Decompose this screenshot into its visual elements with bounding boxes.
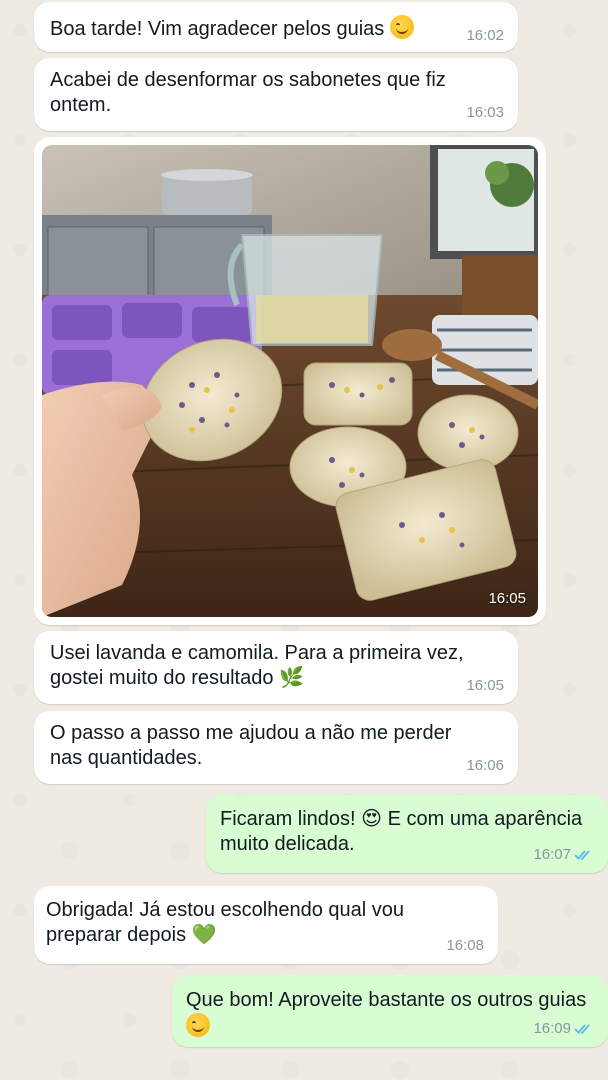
read-receipt-icon (574, 1023, 590, 1034)
photo-timestamp: 16:05 (488, 590, 526, 607)
message-text: Ficaram lindos! (220, 808, 356, 830)
message-timestamp: 16:06 (466, 757, 504, 774)
heart-eyes-emoji-icon: 😍 (361, 808, 383, 830)
message-timestamp: 16:05 (466, 677, 504, 694)
smiling-face-emoji-icon (186, 1013, 210, 1037)
message-text: Acabei de desenformar os sabonetes que f… (50, 69, 446, 116)
message-text: Obrigada! Já estou escolhendo qual vou p… (46, 899, 405, 946)
message-text: Que bom! Aproveite bastante os outros gu… (186, 989, 587, 1011)
message-timestamp: 16:08 (446, 937, 484, 954)
message-timestamp: 16:07 (533, 842, 594, 867)
message-bubble-outgoing[interactable]: Que bom! Aproveite bastante os outros gu… (172, 975, 608, 1047)
message-text: O passo a passo me ajudou a não me perde… (50, 722, 452, 769)
message-bubble-incoming[interactable]: O passo a passo me ajudou a não me perde… (34, 711, 518, 784)
green-heart-emoji-icon: 💚 (191, 924, 217, 946)
message-timestamp: 16:02 (466, 27, 504, 44)
smiling-face-emoji-icon (389, 15, 414, 39)
soap-photo[interactable]: 16:05 (42, 145, 538, 617)
message-timestamp: 16:09 (533, 1016, 594, 1041)
read-receipt-icon (574, 849, 590, 860)
message-bubble-incoming[interactable]: Acabei de desenformar os sabonetes que f… (34, 58, 518, 131)
message-photo-bubble[interactable]: 16:05 (34, 137, 546, 625)
herb-emoji-icon: 🌿 (279, 667, 304, 689)
message-timestamp: 16:03 (466, 104, 504, 121)
message-bubble-incoming[interactable]: Boa tarde! Vim agradecer pelos guias 16:… (34, 2, 518, 52)
message-text: Boa tarde! Vim agradecer pelos guias (50, 18, 385, 40)
message-text: Usei lavanda e camomila. Para a primeira… (50, 642, 464, 689)
message-bubble-outgoing[interactable]: Ficaram lindos! 😍 E com uma aparência mu… (206, 795, 608, 873)
message-bubble-incoming[interactable]: Obrigada! Já estou escolhendo qual vou p… (34, 886, 498, 964)
message-bubble-incoming[interactable]: Usei lavanda e camomila. Para a primeira… (34, 631, 518, 704)
